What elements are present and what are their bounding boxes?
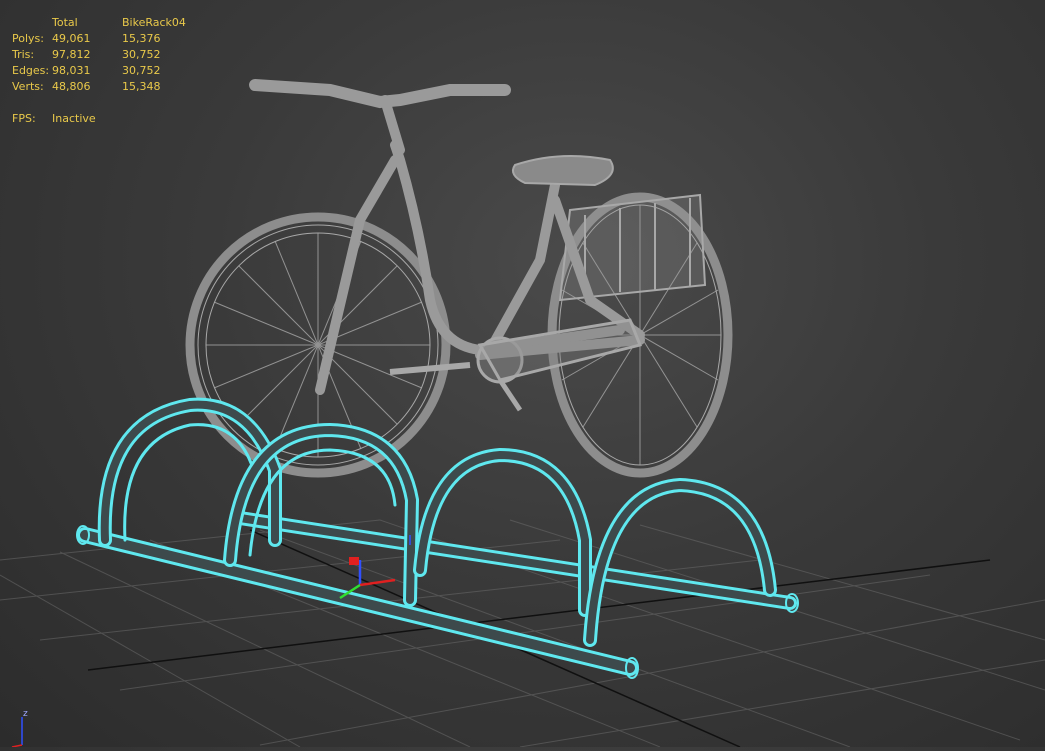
rack-hoop-4 — [583, 477, 777, 647]
stats-header-object: BikeRack04 — [122, 16, 186, 29]
stats-header-total: Total — [52, 16, 78, 29]
rack-hoop-3 — [413, 447, 592, 617]
handlebar — [249, 79, 511, 155]
stats-row-polys: Polys: 49,061 15,376 — [12, 32, 161, 45]
stats-row-verts: Verts: 48,806 15,348 — [12, 80, 161, 93]
stats-row-fps: FPS: Inactive — [12, 112, 96, 125]
crank-chain — [389, 318, 643, 412]
view-axis-tripod: z — [4, 705, 44, 748]
bicycle-wireframe[interactable] — [185, 79, 733, 478]
stats-row-edges: Edges: 98,031 30,752 — [12, 64, 161, 77]
gizmo-pivot-box — [349, 557, 359, 565]
rack-base-rail-front — [77, 527, 638, 676]
stats-row-tris: Tris: 97,812 30,752 — [12, 48, 161, 61]
viewport-statistics: Total BikeRack04 Polys: 49,061 15,376 Tr… — [12, 15, 202, 127]
saddle — [512, 155, 614, 211]
axis-z-label: z — [23, 709, 28, 719]
